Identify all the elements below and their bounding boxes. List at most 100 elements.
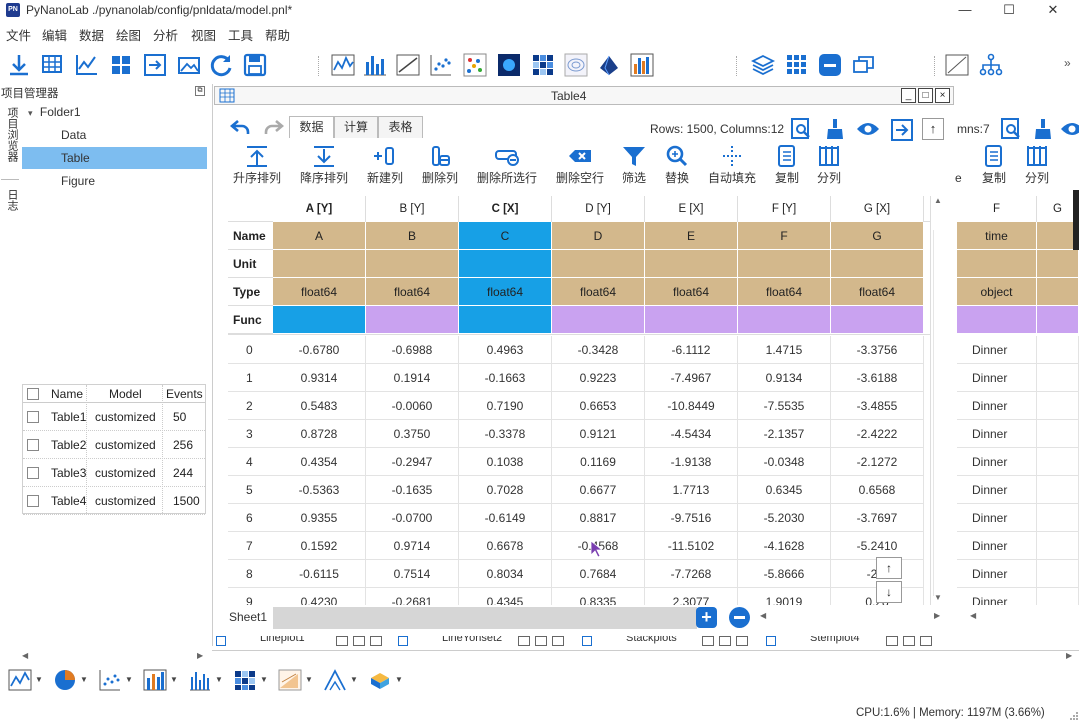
- column-header[interactable]: A [Y]: [273, 196, 366, 222]
- search-table-icon[interactable]: [790, 118, 812, 140]
- diagonal-plot-icon[interactable]: [944, 52, 970, 78]
- data-cell[interactable]: 1.4715: [738, 336, 831, 364]
- scroll-top-button[interactable]: ↑: [922, 118, 944, 140]
- dropdown-arrow-icon[interactable]: ▼: [215, 675, 223, 684]
- data-cell[interactable]: -10.8449: [645, 392, 738, 420]
- minus-box-icon[interactable]: [817, 52, 843, 78]
- column-type-cell[interactable]: object: [957, 278, 1037, 306]
- clean-brush-icon[interactable]: [824, 118, 846, 140]
- column-name-cell[interactable]: D: [552, 222, 645, 250]
- sort-descending-button[interactable]: 降序排列: [289, 145, 359, 187]
- row-checkbox[interactable]: [27, 411, 39, 423]
- import-icon[interactable]: [6, 52, 32, 78]
- bottom-tab-label[interactable]: Stemplot4: [810, 636, 860, 644]
- bottom-tab-label[interactable]: Stackplots: [626, 636, 677, 644]
- data-cell[interactable]: 0.6653: [552, 392, 645, 420]
- eye-icon[interactable]: [856, 120, 880, 138]
- column-func-cell[interactable]: [831, 306, 924, 334]
- data-cell[interactable]: 0.8728: [273, 420, 366, 448]
- data-cell[interactable]: 0.5483: [273, 392, 366, 420]
- h-scroll-left-arrow-icon-2[interactable]: ◀: [970, 611, 976, 620]
- column-header[interactable]: C [X]: [459, 196, 552, 222]
- data-cell[interactable]: 0.4345: [459, 588, 552, 605]
- data-cell[interactable]: 0.4963: [459, 336, 552, 364]
- menu-help[interactable]: 帮助: [265, 25, 290, 44]
- data-cell[interactable]: 0.6677: [552, 476, 645, 504]
- row-checkbox[interactable]: [27, 495, 39, 507]
- undo-icon[interactable]: [230, 118, 252, 136]
- bottom-tab-control[interactable]: [886, 636, 898, 646]
- menu-edit[interactable]: 编辑: [42, 25, 67, 44]
- column-func-cell[interactable]: [459, 306, 552, 334]
- dropdown-arrow-icon[interactable]: ▼: [260, 675, 268, 684]
- export-icon[interactable]: [142, 52, 168, 78]
- tree-item-figure[interactable]: Figure: [22, 170, 207, 192]
- tab-compute[interactable]: 计算: [334, 116, 378, 138]
- column-header[interactable]: F [Y]: [738, 196, 831, 222]
- data-cell[interactable]: -0.1635: [366, 476, 459, 504]
- table-list-row[interactable]: Table1 customized 50: [23, 403, 205, 431]
- row-number[interactable]: 8: [228, 560, 273, 588]
- data-cell[interactable]: [1037, 504, 1079, 532]
- column-type-cell[interactable]: float64: [459, 278, 552, 306]
- data-cell[interactable]: Dinner: [957, 588, 1037, 605]
- bottom-tab-control[interactable]: [535, 636, 547, 646]
- bar-plot-icon[interactable]: [362, 52, 388, 78]
- pie-chart-icon[interactable]: [53, 668, 77, 692]
- column-func-cell[interactable]: [957, 306, 1037, 334]
- row-checkbox[interactable]: [27, 439, 39, 451]
- column-type-cell[interactable]: float64: [366, 278, 459, 306]
- dotmap-icon[interactable]: [462, 52, 488, 78]
- delete-column-button[interactable]: 删除列: [405, 145, 475, 187]
- column-name-cell[interactable]: time: [957, 222, 1037, 250]
- refresh-icon[interactable]: [208, 52, 234, 78]
- minimize-button[interactable]: —: [942, 0, 988, 22]
- data-cell[interactable]: [1037, 588, 1079, 605]
- tab-data[interactable]: 数据: [289, 116, 334, 138]
- data-cell[interactable]: 1.7713: [645, 476, 738, 504]
- column-plot-icon[interactable]: [188, 668, 212, 692]
- bottom-tab-control[interactable]: [920, 636, 932, 646]
- redo-icon[interactable]: [262, 118, 284, 136]
- menu-data[interactable]: 数据: [79, 25, 104, 44]
- tab-table[interactable]: 表格: [378, 116, 423, 138]
- data-cell[interactable]: -0.6988: [366, 336, 459, 364]
- column-unit-cell[interactable]: [459, 250, 552, 278]
- column-header[interactable]: F: [957, 196, 1037, 222]
- apps-grid-icon[interactable]: [784, 52, 810, 78]
- table-list-row[interactable]: Table4 customized 1500: [23, 487, 205, 515]
- column-type-cell[interactable]: float64: [645, 278, 738, 306]
- dropdown-arrow-icon[interactable]: ▼: [170, 675, 178, 684]
- row-number[interactable]: 4: [228, 448, 273, 476]
- column-unit-cell[interactable]: [366, 250, 459, 278]
- triangle-plot-icon[interactable]: [323, 668, 347, 692]
- chart-view-icon[interactable]: [74, 52, 100, 78]
- table-list-row[interactable]: Table3 customized 244: [23, 459, 205, 487]
- data-cell[interactable]: 0.1038: [459, 448, 552, 476]
- column-type-cell[interactable]: [1037, 278, 1079, 306]
- data-cell[interactable]: 0.8335: [552, 588, 645, 605]
- area-plot-icon[interactable]: [278, 668, 302, 692]
- menu-analysis[interactable]: 分析: [153, 25, 178, 44]
- column-unit-cell[interactable]: [552, 250, 645, 278]
- data-cell[interactable]: 0.1914: [366, 364, 459, 392]
- image-map-icon[interactable]: [496, 52, 522, 78]
- select-all-checkbox[interactable]: [27, 388, 39, 400]
- vtab-project-browser[interactable]: 项目浏览器: [2, 107, 18, 162]
- data-cell[interactable]: -0.0060: [366, 392, 459, 420]
- data-cell[interactable]: 0.7028: [459, 476, 552, 504]
- float-panel-icon[interactable]: ⧉: [195, 86, 205, 96]
- row-number[interactable]: 5: [228, 476, 273, 504]
- h-scroll-left-arrow-icon[interactable]: ◀: [760, 611, 766, 620]
- column-func-cell[interactable]: [552, 306, 645, 334]
- column-type-cell[interactable]: float64: [273, 278, 366, 306]
- data-cell[interactable]: Dinner: [957, 420, 1037, 448]
- row-number[interactable]: 3: [228, 420, 273, 448]
- data-cell[interactable]: 0.7190: [459, 392, 552, 420]
- menu-plot[interactable]: 绘图: [116, 25, 141, 44]
- data-cell[interactable]: -0.0700: [366, 504, 459, 532]
- close-button[interactable]: ✕: [1030, 0, 1076, 22]
- line-plot-icon[interactable]: [330, 52, 356, 78]
- tree-folder[interactable]: ▾ Folder1: [28, 101, 208, 123]
- clean-brush-icon-2[interactable]: [1032, 118, 1054, 140]
